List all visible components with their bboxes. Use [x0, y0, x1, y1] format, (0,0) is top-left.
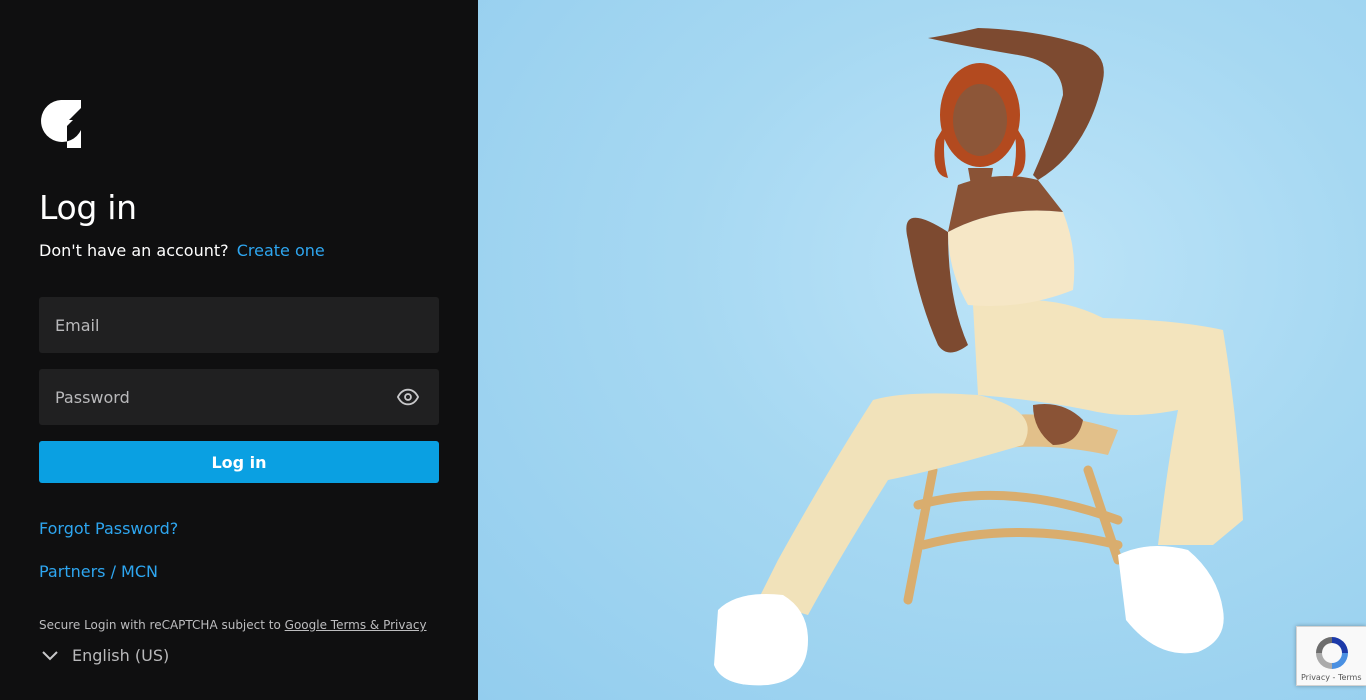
- forgot-password-link[interactable]: Forgot Password?: [39, 519, 178, 538]
- create-account-link[interactable]: Create one: [237, 241, 325, 260]
- language-label: English (US): [72, 646, 170, 665]
- email-input[interactable]: [39, 297, 439, 353]
- recaptcha-notice: Secure Login with reCAPTCHA subject to G…: [39, 618, 427, 632]
- email-field[interactable]: [39, 297, 439, 353]
- chevron-down-icon: [42, 650, 58, 660]
- brand-logo-icon: [41, 100, 81, 148]
- eye-icon[interactable]: [397, 387, 419, 407]
- recaptcha-badge[interactable]: Privacy - Terms: [1296, 626, 1366, 686]
- hero-image: [478, 0, 1366, 700]
- partners-mcn-link[interactable]: Partners / MCN: [39, 562, 158, 581]
- recaptcha-notice-text: Secure Login with reCAPTCHA subject to: [39, 618, 285, 632]
- page-title: Log in: [39, 188, 137, 227]
- recaptcha-icon: [1316, 637, 1348, 669]
- model-photo: [714, 28, 1243, 686]
- password-field[interactable]: [39, 369, 439, 425]
- login-panel: Log in Don't have an account? Create one…: [0, 0, 478, 700]
- password-input[interactable]: [39, 369, 439, 425]
- login-button[interactable]: Log in: [39, 441, 439, 483]
- signup-prompt-text: Don't have an account?: [39, 241, 229, 260]
- signup-prompt: Don't have an account? Create one: [39, 241, 325, 260]
- google-terms-link[interactable]: Google Terms & Privacy: [285, 618, 427, 632]
- language-selector[interactable]: English (US): [42, 646, 169, 665]
- recaptcha-terms-text: Privacy - Terms: [1301, 673, 1362, 682]
